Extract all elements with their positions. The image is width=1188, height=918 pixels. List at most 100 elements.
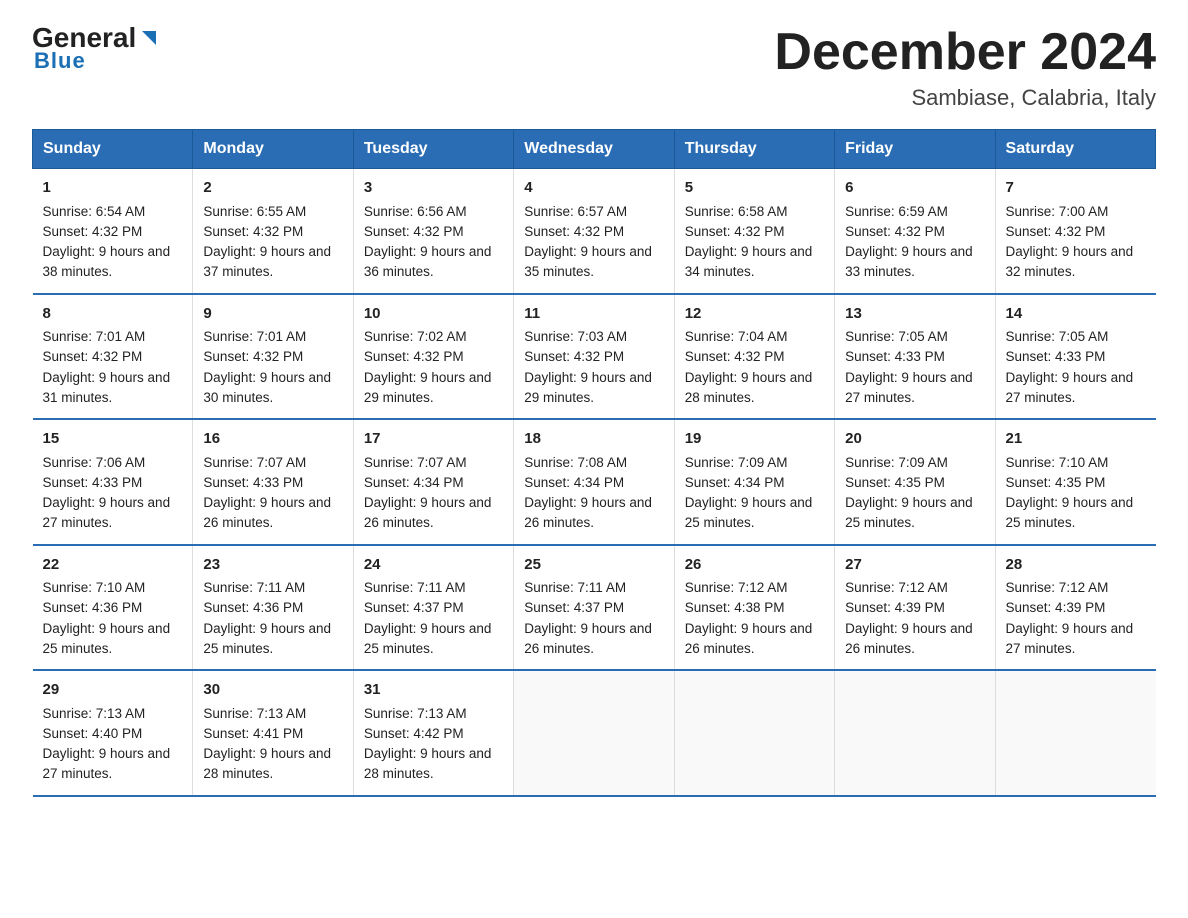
daylight-text: Daylight: 9 hours and 29 minutes.: [364, 370, 492, 405]
calendar-cell: 28Sunrise: 7:12 AMSunset: 4:39 PMDayligh…: [995, 545, 1155, 671]
day-number: 30: [203, 679, 342, 702]
calendar-cell: 7Sunrise: 7:00 AMSunset: 4:32 PMDaylight…: [995, 169, 1155, 294]
calendar-cell: 13Sunrise: 7:05 AMSunset: 4:33 PMDayligh…: [835, 294, 995, 420]
calendar-cell: 6Sunrise: 6:59 AMSunset: 4:32 PMDaylight…: [835, 169, 995, 294]
sunset-text: Sunset: 4:42 PM: [364, 726, 464, 741]
daylight-text: Daylight: 9 hours and 32 minutes.: [1006, 244, 1134, 279]
day-number: 6: [845, 177, 984, 200]
col-header-wednesday: Wednesday: [514, 130, 674, 169]
calendar-week-row: 22Sunrise: 7:10 AMSunset: 4:36 PMDayligh…: [33, 545, 1156, 671]
day-number: 10: [364, 303, 503, 326]
calendar-cell: 19Sunrise: 7:09 AMSunset: 4:34 PMDayligh…: [674, 419, 834, 545]
calendar-cell: 1 Sunrise: 6:54 AM Sunset: 4:32 PM Daylight…: [33, 169, 193, 294]
sunset-text: Sunset: 4:34 PM: [364, 475, 464, 490]
daylight-text: Daylight: 9 hours and 26 minutes.: [524, 621, 652, 656]
daylight-text: Daylight: 9 hours and 25 minutes.: [845, 495, 973, 530]
daylight-text: Daylight: 9 hours and 28 minutes.: [203, 746, 331, 781]
day-number: 5: [685, 177, 824, 200]
day-number: 19: [685, 428, 824, 451]
day-number: 1: [43, 177, 183, 200]
page-title: December 2024: [774, 24, 1156, 81]
title-block: December 2024 Sambiase, Calabria, Italy: [774, 24, 1156, 111]
sunset-text: Sunset: 4:32 PM: [364, 349, 464, 364]
daylight-text: Daylight: 9 hours and 25 minutes.: [1006, 495, 1134, 530]
daylight-text: Daylight: 9 hours and 34 minutes.: [685, 244, 813, 279]
day-number: 31: [364, 679, 503, 702]
day-number: 26: [685, 554, 824, 577]
page-header: General Blue December 2024 Sambiase, Cal…: [32, 24, 1156, 111]
daylight-text: Daylight: 9 hours and 25 minutes.: [685, 495, 813, 530]
daylight-text: Daylight: 9 hours and 38 minutes.: [43, 244, 171, 279]
calendar-cell: 14Sunrise: 7:05 AMSunset: 4:33 PMDayligh…: [995, 294, 1155, 420]
sunset-text: Sunset: 4:41 PM: [203, 726, 303, 741]
daylight-text: Daylight: 9 hours and 26 minutes.: [524, 495, 652, 530]
sunrise-text: Sunrise: 7:09 AM: [685, 455, 788, 470]
calendar-cell: 8Sunrise: 7:01 AMSunset: 4:32 PMDaylight…: [33, 294, 193, 420]
daylight-text: Daylight: 9 hours and 26 minutes.: [845, 621, 973, 656]
day-number: 9: [203, 303, 342, 326]
calendar-cell: 9Sunrise: 7:01 AMSunset: 4:32 PMDaylight…: [193, 294, 353, 420]
sunset-text: Sunset: 4:32 PM: [364, 224, 464, 239]
day-number: 23: [203, 554, 342, 577]
daylight-text: Daylight: 9 hours and 28 minutes.: [364, 746, 492, 781]
day-number: 15: [43, 428, 183, 451]
daylight-text: Daylight: 9 hours and 26 minutes.: [203, 495, 331, 530]
calendar-cell: 12Sunrise: 7:04 AMSunset: 4:32 PMDayligh…: [674, 294, 834, 420]
sunset-text: Sunset: 4:32 PM: [43, 224, 143, 239]
calendar-cell: 2Sunrise: 6:55 AMSunset: 4:32 PMDaylight…: [193, 169, 353, 294]
daylight-text: Daylight: 9 hours and 25 minutes.: [364, 621, 492, 656]
calendar-cell: 29Sunrise: 7:13 AMSunset: 4:40 PMDayligh…: [33, 670, 193, 796]
sunset-text: Sunset: 4:32 PM: [685, 224, 785, 239]
sunset-text: Sunset: 4:39 PM: [1006, 600, 1106, 615]
sunset-text: Sunset: 4:32 PM: [524, 224, 624, 239]
col-header-monday: Monday: [193, 130, 353, 169]
sunset-text: Sunset: 4:32 PM: [685, 349, 785, 364]
sunrise-text: Sunrise: 7:08 AM: [524, 455, 627, 470]
calendar-header-row: SundayMondayTuesdayWednesdayThursdayFrid…: [33, 130, 1156, 169]
calendar-table: SundayMondayTuesdayWednesdayThursdayFrid…: [32, 129, 1156, 797]
sunset-text: Sunset: 4:32 PM: [845, 224, 945, 239]
sunset-text: Sunset: 4:36 PM: [43, 600, 143, 615]
day-number: 8: [43, 303, 183, 326]
day-number: 2: [203, 177, 342, 200]
calendar-cell: 10Sunrise: 7:02 AMSunset: 4:32 PMDayligh…: [353, 294, 513, 420]
sunrise-text: Sunrise: 7:06 AM: [43, 455, 146, 470]
sunrise-text: Sunrise: 7:03 AM: [524, 329, 627, 344]
sunset-text: Sunset: 4:33 PM: [1006, 349, 1106, 364]
sunrise-text: Sunrise: 7:07 AM: [364, 455, 467, 470]
sunrise-text: Sunrise: 6:56 AM: [364, 204, 467, 219]
sunrise-text: Sunrise: 7:07 AM: [203, 455, 306, 470]
daylight-text: Daylight: 9 hours and 26 minutes.: [685, 621, 813, 656]
day-number: 20: [845, 428, 984, 451]
sunrise-text: Sunrise: 6:54 AM: [43, 204, 146, 219]
calendar-cell: [674, 670, 834, 796]
calendar-cell: 16Sunrise: 7:07 AMSunset: 4:33 PMDayligh…: [193, 419, 353, 545]
day-number: 13: [845, 303, 984, 326]
calendar-cell: 18Sunrise: 7:08 AMSunset: 4:34 PMDayligh…: [514, 419, 674, 545]
calendar-cell: 24Sunrise: 7:11 AMSunset: 4:37 PMDayligh…: [353, 545, 513, 671]
calendar-week-row: 15 Sunrise: 7:06 AM Sunset: 4:33 PM Dayligh…: [33, 419, 1156, 545]
calendar-cell: 22Sunrise: 7:10 AMSunset: 4:36 PMDayligh…: [33, 545, 193, 671]
sunset-text: Sunset: 4:39 PM: [845, 600, 945, 615]
day-number: 24: [364, 554, 503, 577]
calendar-cell: 21Sunrise: 7:10 AMSunset: 4:35 PMDayligh…: [995, 419, 1155, 545]
sunrise-text: Sunrise: 7:01 AM: [43, 329, 146, 344]
calendar-cell: 26Sunrise: 7:12 AMSunset: 4:38 PMDayligh…: [674, 545, 834, 671]
calendar-cell: [995, 670, 1155, 796]
sunset-text: Sunset: 4:32 PM: [43, 349, 143, 364]
daylight-text: Daylight: 9 hours and 27 minutes.: [43, 495, 171, 530]
calendar-cell: 27Sunrise: 7:12 AMSunset: 4:39 PMDayligh…: [835, 545, 995, 671]
sunset-text: Sunset: 4:33 PM: [845, 349, 945, 364]
col-header-tuesday: Tuesday: [353, 130, 513, 169]
day-number: 11: [524, 303, 663, 326]
sunrise-text: Sunrise: 7:12 AM: [845, 580, 948, 595]
day-number: 29: [43, 679, 183, 702]
daylight-text: Daylight: 9 hours and 26 minutes.: [364, 495, 492, 530]
calendar-week-row: 8 Sunrise: 7:01 AM Sunset: 4:32 PM Daylight…: [33, 294, 1156, 420]
sunset-text: Sunset: 4:33 PM: [43, 475, 143, 490]
calendar-cell: 31Sunrise: 7:13 AMSunset: 4:42 PMDayligh…: [353, 670, 513, 796]
calendar-cell: 3Sunrise: 6:56 AMSunset: 4:32 PMDaylight…: [353, 169, 513, 294]
daylight-text: Daylight: 9 hours and 37 minutes.: [203, 244, 331, 279]
page-subtitle: Sambiase, Calabria, Italy: [774, 85, 1156, 111]
day-number: 18: [524, 428, 663, 451]
